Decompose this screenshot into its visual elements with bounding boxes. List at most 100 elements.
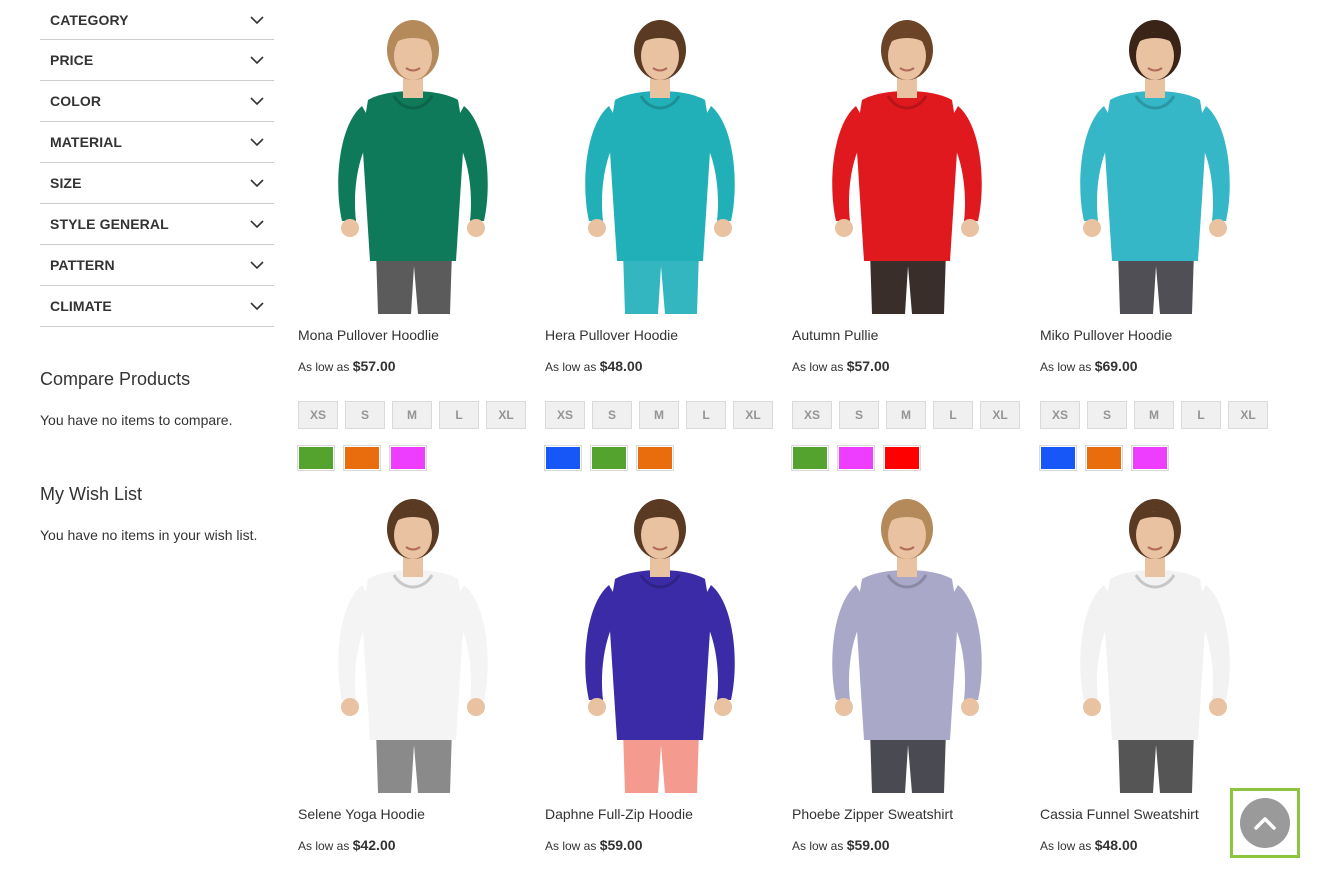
product-card[interactable]: Cassia Funnel Sweatshirt As low as $48.00 [1040,495,1270,853]
chevron-down-icon [250,179,264,188]
back-to-top-button[interactable] [1240,798,1290,848]
filter-price[interactable]: PRICE [40,40,274,81]
size-option-xs[interactable]: XS [298,401,338,429]
size-option-m[interactable]: M [1134,401,1174,429]
product-card[interactable]: Autumn Pullie As low as $57.00 XS S M L XL [791,16,1022,471]
chevron-down-icon [250,220,264,229]
product-image[interactable] [1040,495,1270,793]
swatch-orange[interactable] [1085,445,1123,471]
size-option-m[interactable]: M [392,401,432,429]
product-card[interactable]: Selene Yoga Hoodie As low as $42.00 [298,495,528,853]
product-photo [1040,495,1270,793]
size-option-m[interactable]: M [886,401,926,429]
size-option-l[interactable]: L [439,401,479,429]
swatch-purple[interactable] [1131,445,1169,471]
chevron-down-icon [250,15,264,24]
size-option-xl[interactable]: XL [733,401,773,429]
filter-label: SIZE [50,175,82,191]
size-option-l[interactable]: L [933,401,973,429]
product-name-link[interactable]: Miko Pullover Hoodie [1040,327,1172,343]
filter-label: CATEGORY [50,11,129,28]
swatch-blue[interactable] [1039,445,1077,471]
size-option-xl[interactable]: XL [1228,401,1268,429]
product-image[interactable] [792,16,1022,314]
size-option-xl[interactable]: XL [980,401,1020,429]
product-price: As low as $59.00 [545,837,643,853]
filter-climate[interactable]: CLIMATE [40,286,274,327]
product-photo [545,16,775,314]
product-name-link[interactable]: Hera Pullover Hoodie [545,327,678,343]
layered-navigation: CATEGORY PRICE COLOR MATERIAL SIZE STYLE GENE… [40,0,274,327]
compare-empty-message: You have no items to compare. [40,412,233,428]
size-option-xs[interactable]: XS [792,401,832,429]
filter-category[interactable]: CATEGORY [40,0,274,40]
product-photo [1040,16,1270,314]
filter-style-general[interactable]: STYLE GENERAL [40,204,274,245]
size-option-s[interactable]: S [839,401,879,429]
color-swatches [297,445,427,471]
price-amount: $69.00 [1094,358,1138,374]
price-amount: $42.00 [352,837,396,853]
filter-label: COLOR [50,93,102,109]
product-image[interactable] [298,16,528,314]
product-name-link[interactable]: Selene Yoga Hoodie [298,806,425,822]
price-amount: $57.00 [846,358,890,374]
size-option-xs[interactable]: XS [545,401,585,429]
size-option-xs[interactable]: XS [1040,401,1080,429]
product-name-link[interactable]: Daphne Full-Zip Hoodie [545,806,693,822]
product-price: As low as $59.00 [792,837,890,853]
product-image[interactable] [1040,16,1270,314]
price-label: As low as [792,360,844,374]
swatch-red[interactable] [883,445,921,471]
product-photo [298,16,528,314]
product-name-link[interactable]: Autumn Pullie [792,327,878,343]
filter-size[interactable]: SIZE [40,163,274,204]
size-option-l[interactable]: L [686,401,726,429]
size-option-m[interactable]: M [639,401,679,429]
product-name-link[interactable]: Mona Pullover Hoodlie [298,327,439,343]
product-name-link[interactable]: Cassia Funnel Sweatshirt [1040,806,1199,822]
swatch-purple[interactable] [837,445,875,471]
filter-pattern[interactable]: PATTERN [40,245,274,286]
swatch-green[interactable] [590,445,628,471]
filter-label: MATERIAL [50,134,123,150]
product-name-link[interactable]: Phoebe Zipper Sweatshirt [792,806,953,822]
product-photo [298,495,528,793]
price-amount: $48.00 [1094,837,1138,853]
product-card[interactable]: Phoebe Zipper Sweatshirt As low as $59.00 [792,495,1022,853]
back-to-top-highlight [1230,788,1300,858]
product-card[interactable]: Daphne Full-Zip Hoodie As low as $59.00 [545,495,775,853]
product-image[interactable] [545,16,775,314]
size-options: XS S M L XL [792,401,1020,429]
product-photo [792,16,1022,314]
swatch-green[interactable] [297,445,335,471]
filter-material[interactable]: MATERIAL [40,122,274,163]
size-option-l[interactable]: L [1181,401,1221,429]
product-card[interactable]: Hera Pullover Hoodie As low as $48.00 XS S M… [544,16,775,471]
price-label: As low as [298,839,350,853]
swatch-blue[interactable] [544,445,582,471]
wishlist-title: My Wish List [40,484,143,504]
size-option-xl[interactable]: XL [486,401,526,429]
price-label: As low as [1040,839,1092,853]
size-option-s[interactable]: S [592,401,632,429]
size-option-s[interactable]: S [345,401,385,429]
chevron-up-icon [1254,817,1276,830]
size-option-s[interactable]: S [1087,401,1127,429]
swatch-purple[interactable] [389,445,427,471]
product-image[interactable] [792,495,1022,793]
swatch-green[interactable] [791,445,829,471]
color-swatches [544,445,674,471]
product-price: As low as $57.00 [792,358,890,374]
product-card[interactable]: Mona Pullover Hoodlie As low as $57.00 XS S… [297,16,528,471]
price-label: As low as [1040,360,1092,374]
product-card[interactable]: Miko Pullover Hoodie As low as $69.00 XS S M… [1039,16,1270,471]
product-image[interactable] [298,495,528,793]
price-label: As low as [545,360,597,374]
swatch-orange[interactable] [636,445,674,471]
filter-color[interactable]: COLOR [40,81,274,122]
product-image[interactable] [545,495,775,793]
size-options: XS S M L XL [545,401,773,429]
swatch-orange[interactable] [343,445,381,471]
compare-products-title: Compare Products [40,369,191,389]
